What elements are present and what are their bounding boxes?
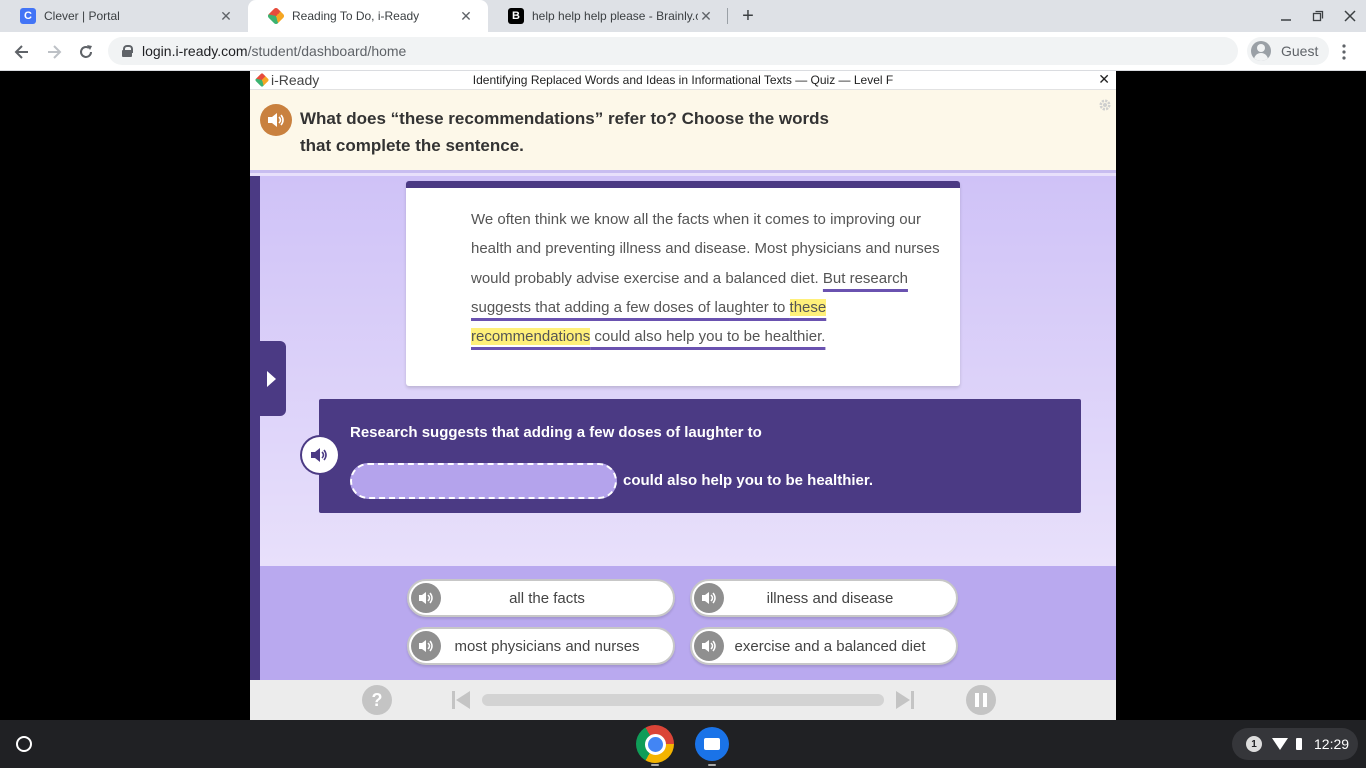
status-tray[interactable]: 1 12:29: [1232, 728, 1358, 760]
chrome-app[interactable]: [635, 724, 675, 766]
answer-illness-and-disease[interactable]: illness and disease: [690, 579, 958, 617]
speaker-icon[interactable]: [694, 583, 724, 613]
tab-separator: [727, 8, 728, 24]
question-bar: What does “these recommendations” refer …: [250, 90, 1116, 173]
skip-forward-icon[interactable]: [894, 689, 916, 711]
url-host: login.i-ready.com: [142, 43, 248, 59]
avatar-icon: [1251, 41, 1271, 61]
lesson-title: Identifying Replaced Words and Ideas in …: [472, 73, 894, 87]
clock: 12:29: [1314, 736, 1350, 752]
speaker-icon[interactable]: [411, 631, 441, 661]
answer-label: illness and disease: [766, 589, 894, 607]
question-text: What does “these recommendations” refer …: [300, 109, 829, 155]
files-app[interactable]: [692, 724, 732, 766]
tab-title: Reading To Do, i-Ready: [292, 9, 420, 23]
speaker-icon[interactable]: [411, 583, 441, 613]
sentence-audio-button[interactable]: [302, 437, 338, 473]
tab-title: help help help please - Brainly.co: [532, 9, 698, 23]
running-indicator: [708, 764, 716, 766]
folder-icon: [695, 727, 729, 761]
sentence-line2: could also help you to be healthier.: [623, 472, 874, 489]
minimize-icon[interactable]: [1276, 6, 1296, 26]
pause-button[interactable]: [966, 685, 996, 715]
clever-favicon-icon: C: [20, 8, 36, 24]
app-titlebar: i-Ready Identifying Replaced Words and I…: [250, 71, 1116, 90]
new-tab-button[interactable]: +: [736, 4, 760, 28]
profile-label: Guest: [1281, 43, 1319, 59]
brainly-favicon-icon: B: [508, 8, 524, 24]
back-arrow-icon[interactable]: [10, 40, 34, 64]
close-icon[interactable]: ✕: [218, 8, 234, 24]
question-audio-button[interactable]: [260, 104, 292, 136]
iready-app: i-Ready Identifying Replaced Words and I…: [250, 71, 1116, 720]
close-icon[interactable]: ✕: [698, 8, 714, 24]
speaker-icon: [311, 448, 327, 462]
iready-favicon-icon: [266, 6, 286, 26]
speaker-icon: [268, 113, 284, 127]
app-close-button[interactable]: ✕: [1098, 71, 1110, 88]
passage-card: We often think we know all the facts whe…: [406, 181, 960, 386]
browser-toolbar: login.i-ready.com/student/dashboard/home…: [0, 32, 1366, 71]
tab-iready[interactable]: Reading To Do, i-Ready ✕: [248, 0, 488, 32]
lesson-controls: ?: [250, 680, 1116, 720]
tab-clever[interactable]: C Clever | Portal ✕: [0, 0, 248, 32]
answer-drop-blank[interactable]: [350, 463, 617, 499]
sentence-line1: Research suggests that adding a few dose…: [350, 424, 762, 441]
url-text: login.i-ready.com/student/dashboard/home: [142, 43, 406, 59]
window-close-icon[interactable]: [1340, 6, 1360, 26]
os-shelf: 1 12:29: [0, 720, 1366, 768]
battery-icon: [1296, 738, 1302, 750]
answer-exercise-and-a-balanced-diet[interactable]: exercise and a balanced diet: [690, 627, 958, 665]
tab-title: Clever | Portal: [44, 9, 120, 23]
profile-button[interactable]: Guest: [1247, 37, 1329, 65]
running-indicator: [651, 764, 659, 766]
passage-underlined-after: could also help you to be healthier.: [590, 328, 826, 346]
more-menu-icon[interactable]: [1336, 40, 1352, 64]
answer-tray: all the facts illness and disease most p…: [260, 566, 1116, 681]
answer-most-physicians-and-nurses[interactable]: most physicians and nurses: [407, 627, 675, 665]
speaker-icon[interactable]: [694, 631, 724, 661]
close-icon[interactable]: ✕: [458, 8, 474, 24]
skip-back-icon[interactable]: [450, 689, 472, 711]
url-path: /student/dashboard/home: [247, 43, 407, 59]
help-button[interactable]: ?: [362, 685, 392, 715]
lock-icon: [122, 45, 133, 57]
reload-icon[interactable]: [74, 40, 98, 64]
tab-brainly[interactable]: B help help help please - Brainly.co ✕: [488, 0, 728, 32]
forward-arrow-icon[interactable]: [42, 40, 66, 64]
restore-icon[interactable]: [1308, 6, 1328, 26]
chrome-icon: [636, 725, 674, 763]
launcher-icon[interactable]: [16, 736, 32, 752]
side-panel-toggle[interactable]: [250, 341, 286, 416]
progress-bar: [482, 694, 884, 706]
notification-count: 1: [1246, 736, 1262, 752]
answer-label: exercise and a balanced diet: [734, 637, 926, 655]
address-bar[interactable]: login.i-ready.com/student/dashboard/home: [108, 37, 1238, 65]
gear-icon[interactable]: [1098, 98, 1112, 115]
left-strip: [250, 176, 260, 681]
wifi-icon: [1272, 738, 1288, 750]
answer-label: all the facts: [509, 589, 585, 607]
passage-text: We often think we know all the facts whe…: [471, 205, 941, 351]
tab-strip: C Clever | Portal ✕ Reading To Do, i-Rea…: [0, 0, 1366, 32]
answer-all-the-facts[interactable]: all the facts: [407, 579, 675, 617]
answer-label: most physicians and nurses: [454, 637, 640, 655]
